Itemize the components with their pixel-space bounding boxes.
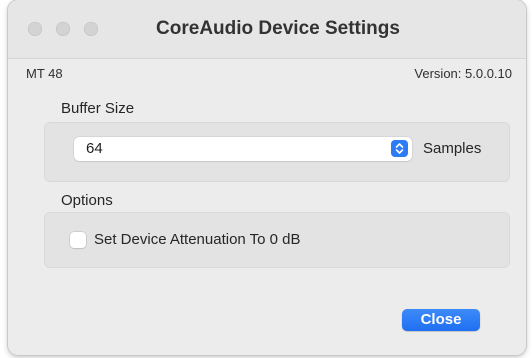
window-title: CoreAudio Device Settings [156, 18, 400, 39]
attenuation-label[interactable]: Set Device Attenuation To 0 dB [94, 231, 301, 248]
buffer-size-select[interactable]: 64 [74, 137, 412, 161]
buffer-size-value: 64 [86, 140, 103, 157]
device-name: MT 48 [26, 66, 63, 81]
buffer-size-group: 64 Samples [44, 122, 510, 182]
options-heading: Options [61, 192, 113, 209]
samples-label: Samples [423, 140, 482, 157]
settings-window: CoreAudio Device Settings MT 48 Version:… [8, 0, 526, 355]
options-group: Set Device Attenuation To 0 dB [44, 212, 510, 268]
title-bar[interactable]: CoreAudio Device Settings [8, 0, 526, 58]
version-label: Version: 5.0.0.10 [414, 66, 512, 81]
attenuation-checkbox[interactable] [70, 232, 86, 248]
buffer-size-heading: Buffer Size [61, 100, 135, 117]
close-button[interactable]: Close [402, 309, 480, 331]
up-down-chevron-icon[interactable] [391, 140, 408, 157]
info-bar: MT 48 Version: 5.0.0.10 [8, 58, 526, 87]
